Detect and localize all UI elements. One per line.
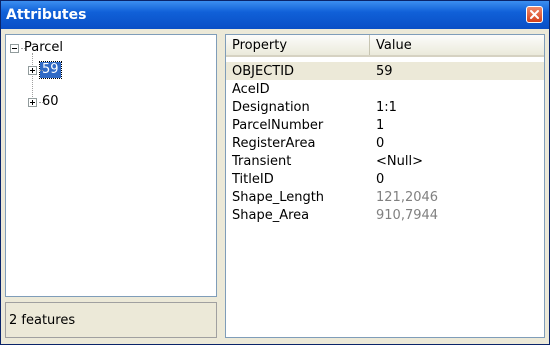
property-name: TitleID [232, 171, 274, 187]
property-value[interactable]: 1 [370, 118, 544, 133]
column-header-property[interactable]: Property [226, 35, 370, 55]
table-row[interactable]: Shape_Length 121,2046 [226, 188, 544, 206]
property-name: Shape_Length [232, 189, 325, 205]
table-row[interactable]: RegisterArea 0 [226, 134, 544, 152]
table-row[interactable]: AceID [226, 80, 544, 98]
property-name: Designation [232, 99, 310, 115]
property-value[interactable]: 59 [370, 64, 544, 79]
expand-icon[interactable] [28, 97, 37, 107]
property-name: Transient [232, 153, 292, 169]
property-value: 121,2046 [376, 189, 439, 205]
property-name: ParcelNumber [232, 117, 324, 133]
window-title: Attributes [6, 7, 87, 23]
column-header-value[interactable]: Value [370, 35, 544, 55]
property-value: 910,7944 [376, 207, 439, 223]
table-row[interactable]: Shape_Area 910,7944 [226, 206, 544, 224]
tree-root-node[interactable]: Parcel [10, 39, 65, 57]
grid-header: Property Value [226, 35, 544, 57]
property-value[interactable]: 0 [370, 172, 544, 187]
status-bar: 2 features [5, 302, 217, 338]
property-grid[interactable]: Property Value OBJECTID 59 AceID Designa… [225, 34, 545, 338]
feature-tree[interactable]: Parcel 59 60 [5, 34, 217, 297]
property-value[interactable]: 1:1 [370, 100, 544, 115]
property-value[interactable]: 0 [370, 136, 544, 151]
attributes-window: Attributes Parcel 59 60 2 features Prope… [0, 0, 550, 345]
collapse-icon[interactable] [10, 43, 19, 53]
table-row[interactable]: OBJECTID 59 [226, 62, 544, 80]
table-row[interactable]: TitleID 0 [226, 170, 544, 188]
tree-node-60[interactable]: 60 [28, 93, 61, 111]
feature-count: 2 features [9, 312, 76, 328]
property-name: AceID [232, 81, 270, 97]
tree-root-label[interactable]: Parcel [22, 40, 65, 56]
property-value[interactable]: <Null> [370, 154, 544, 169]
expand-icon[interactable] [28, 65, 37, 75]
tree-node-label[interactable]: 60 [40, 94, 61, 110]
property-name: RegisterArea [232, 135, 316, 151]
close-button[interactable] [526, 6, 543, 23]
property-name: Shape_Area [232, 207, 310, 223]
pane-splitter[interactable] [218, 34, 225, 338]
close-icon [530, 10, 539, 19]
table-row[interactable]: ParcelNumber 1 [226, 116, 544, 134]
table-row[interactable]: Transient <Null> [226, 152, 544, 170]
tree-node-59[interactable]: 59 [28, 61, 62, 79]
table-row[interactable]: Designation 1:1 [226, 98, 544, 116]
tree-node-label[interactable]: 59 [39, 61, 62, 79]
title-bar[interactable]: Attributes [1, 1, 549, 29]
property-name: OBJECTID [232, 63, 295, 79]
